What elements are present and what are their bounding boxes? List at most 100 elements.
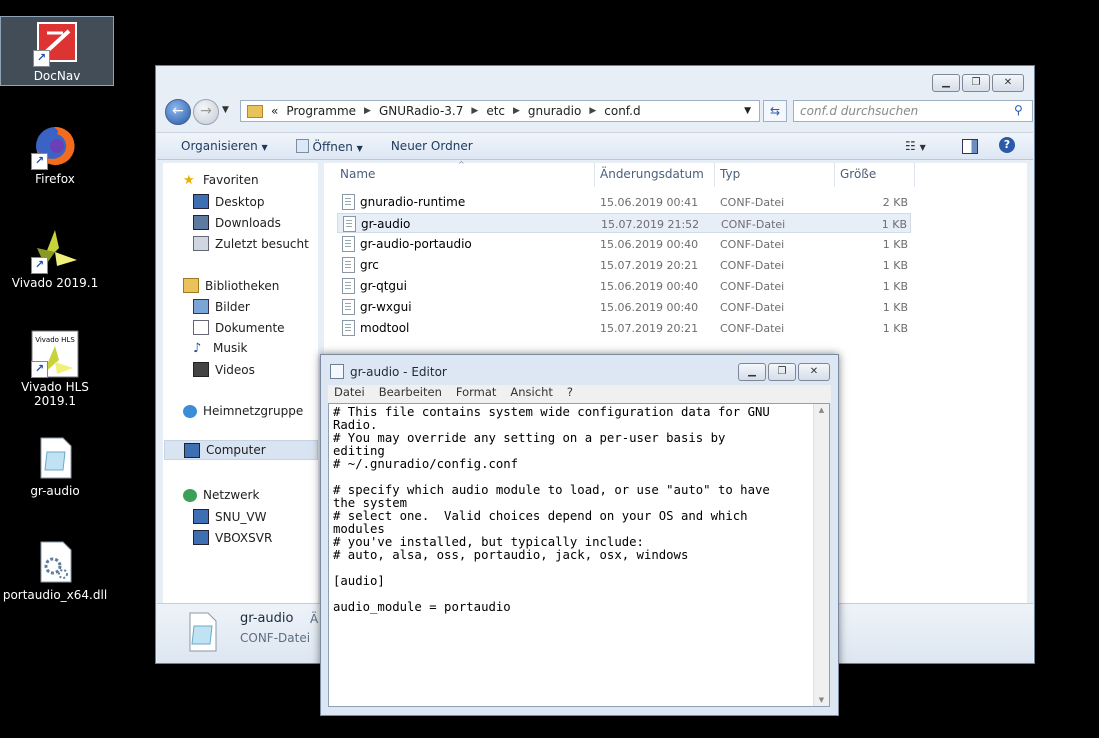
address-box[interactable]: « Programme ▶ GNURadio-3.7 ▶ etc ▶ gnuradio… bbox=[240, 100, 760, 122]
sidebar-item-documents[interactable]: Dokumente bbox=[193, 320, 285, 335]
maximize-button[interactable]: ❐ bbox=[768, 363, 796, 381]
file-name: gr-audio-portaudio bbox=[360, 237, 472, 251]
column-divider[interactable] bbox=[914, 163, 915, 187]
file-date: 15.07.2019 20:21 bbox=[600, 322, 699, 335]
file-date: 15.06.2019 00:40 bbox=[600, 238, 699, 251]
scroll-up-icon[interactable]: ▲ bbox=[814, 406, 829, 414]
file-name: gnuradio-runtime bbox=[360, 195, 466, 209]
editor-window: gr-audio - Editor ▁ ❐ ✕ Datei Bearbeiten… bbox=[320, 354, 839, 716]
sidebar-item-downloads[interactable]: Downloads bbox=[193, 215, 281, 230]
sidebar-item-libraries[interactable]: Bibliotheken bbox=[183, 278, 279, 293]
docnav-icon: ↗ bbox=[33, 19, 81, 67]
desktop-icon-label: Vivado HLS 2019.1 bbox=[21, 380, 89, 408]
sidebar-item-music[interactable]: ♪ Musik bbox=[193, 341, 248, 355]
column-header-type[interactable]: Typ bbox=[720, 167, 740, 181]
desktop-icon-docnav[interactable]: ↗ DocNav bbox=[0, 16, 114, 86]
notepad-icon bbox=[295, 138, 309, 153]
file-icon bbox=[342, 299, 355, 315]
file-row[interactable]: grc 15.07.2019 20:21 CONF-Datei 1 KB bbox=[337, 255, 911, 275]
desktop-icon-portaudio-dll[interactable]: portaudio_x64.dll bbox=[0, 538, 110, 602]
menu-file[interactable]: Datei bbox=[334, 385, 365, 403]
file-row[interactable]: gr-audio-portaudio 15.06.2019 00:40 CONF-D… bbox=[337, 234, 911, 254]
sidebar-item-snu-vw[interactable]: SNU_VW bbox=[193, 509, 266, 524]
file-content[interactable]: # This file contains system wide configu… bbox=[329, 404, 829, 616]
close-button[interactable]: ✕ bbox=[798, 363, 830, 381]
vertical-scrollbar[interactable]: ▲ ▼ bbox=[813, 404, 829, 706]
documents-icon bbox=[193, 320, 209, 335]
maximize-button[interactable]: ❐ bbox=[962, 74, 990, 92]
preview-pane-icon[interactable] bbox=[962, 139, 978, 154]
chevron-right-icon[interactable]: ▶ bbox=[471, 106, 478, 116]
chevron-right-icon[interactable]: ▶ bbox=[364, 106, 371, 116]
desktop-icon-firefox[interactable]: ↗ Firefox bbox=[0, 122, 110, 186]
sidebar-item-recent[interactable]: Zuletzt besucht bbox=[193, 236, 309, 251]
desktop-icon-vivado[interactable]: ↗ Vivado 2019.1 bbox=[0, 226, 110, 290]
sidebar-item-vboxsvr[interactable]: VBOXSVR bbox=[193, 530, 272, 545]
view-options-icon[interactable]: ☷ ▼ bbox=[905, 139, 926, 153]
breadcrumb-programme[interactable]: Programme bbox=[286, 104, 356, 118]
text-editor[interactable]: # This file contains system wide configu… bbox=[328, 403, 830, 707]
recent-places-icon bbox=[193, 236, 209, 251]
desktop-icon-label: DocNav bbox=[33, 69, 81, 83]
close-button[interactable]: ✕ bbox=[992, 74, 1024, 92]
file-icon bbox=[342, 257, 355, 273]
file-row[interactable]: gr-wxgui 15.06.2019 00:40 CONF-Datei 1 KB bbox=[337, 297, 911, 317]
sidebar-item-desktop[interactable]: Desktop bbox=[193, 194, 265, 209]
column-header-size[interactable]: Größe bbox=[840, 167, 876, 181]
menu-bar: Datei Bearbeiten Format Ansicht ? bbox=[328, 385, 831, 403]
column-header-name[interactable]: Name bbox=[340, 167, 375, 181]
column-divider[interactable] bbox=[834, 163, 835, 187]
menu-format[interactable]: Format bbox=[456, 385, 497, 403]
desktop-icon-label: Vivado 2019.1 bbox=[11, 276, 99, 290]
file-icon bbox=[343, 216, 356, 232]
new-folder-button[interactable]: Neuer Ordner bbox=[391, 139, 473, 153]
sidebar-item-pictures[interactable]: Bilder bbox=[193, 299, 250, 314]
file-row-selected[interactable]: gr-audio 15.07.2019 21:52 CONF-Datei 1 KB bbox=[337, 213, 911, 233]
minimize-button[interactable]: ▁ bbox=[738, 363, 766, 381]
libraries-icon bbox=[183, 278, 199, 293]
open-menu[interactable]: Öffnen ▼ bbox=[295, 138, 363, 154]
column-header-date[interactable]: Änderungsdatum bbox=[600, 167, 704, 181]
sidebar-item-homegroup[interactable]: Heimnetzgruppe bbox=[183, 404, 303, 418]
menu-edit[interactable]: Bearbeiten bbox=[379, 385, 442, 403]
pictures-icon bbox=[193, 299, 209, 314]
breadcrumb-confd[interactable]: conf.d bbox=[604, 104, 640, 118]
downloads-icon bbox=[193, 215, 209, 230]
desktop-icon-gr-audio[interactable]: gr-audio bbox=[0, 434, 110, 498]
address-overflow[interactable]: « bbox=[271, 104, 278, 118]
sidebar-item-network[interactable]: Netzwerk bbox=[183, 488, 259, 502]
sidebar-label: Downloads bbox=[215, 215, 281, 230]
chevron-right-icon[interactable]: ▶ bbox=[513, 106, 520, 116]
sidebar-item-computer[interactable]: Computer bbox=[164, 440, 318, 460]
sidebar-label: Desktop bbox=[215, 194, 265, 209]
breadcrumb-etc[interactable]: etc bbox=[486, 104, 505, 118]
refresh-button[interactable]: ⇆ bbox=[763, 100, 787, 122]
minimize-button[interactable]: ▁ bbox=[932, 74, 960, 92]
file-row[interactable]: gr-qtgui 15.06.2019 00:40 CONF-Datei 1 KB bbox=[337, 276, 911, 296]
sidebar-item-videos[interactable]: Videos bbox=[193, 362, 255, 377]
back-button[interactable]: ← bbox=[165, 99, 191, 125]
help-icon[interactable]: ? bbox=[999, 137, 1015, 153]
open-label: Öffnen bbox=[312, 139, 353, 154]
chevron-right-icon[interactable]: ▶ bbox=[589, 106, 596, 116]
file-type: CONF-Datei bbox=[720, 322, 785, 335]
file-row[interactable]: modtool 15.07.2019 20:21 CONF-Datei 1 KB bbox=[337, 318, 911, 338]
file-name: gr-qtgui bbox=[360, 279, 407, 293]
column-divider[interactable] bbox=[594, 163, 595, 187]
chevron-down-icon: ▼ bbox=[356, 143, 363, 153]
search-input[interactable]: conf.d durchsuchen bbox=[793, 100, 1033, 122]
sidebar-item-favorites[interactable]: ★ Favoriten bbox=[183, 173, 259, 187]
menu-help[interactable]: ? bbox=[567, 385, 573, 403]
scroll-down-icon[interactable]: ▼ bbox=[814, 696, 829, 704]
address-dropdown-icon[interactable]: ▼ bbox=[744, 106, 751, 116]
menu-view[interactable]: Ansicht bbox=[510, 385, 552, 403]
organize-menu[interactable]: Organisieren ▼ bbox=[181, 139, 268, 153]
desktop-icon-label: Firefox bbox=[35, 172, 75, 186]
column-divider[interactable] bbox=[714, 163, 715, 187]
forward-button[interactable]: → bbox=[193, 99, 219, 125]
desktop-icon-vivado-hls[interactable]: Vivado HLS ↗ Vivado HLS 2019.1 bbox=[0, 330, 110, 408]
breadcrumb-gnuradio[interactable]: gnuradio bbox=[528, 104, 581, 118]
breadcrumb-gnuradio-37[interactable]: GNURadio-3.7 bbox=[379, 104, 463, 118]
file-row[interactable]: gnuradio-runtime 15.06.2019 00:41 CONF-Dat… bbox=[337, 192, 911, 212]
history-dropdown-icon[interactable]: ▼ bbox=[222, 105, 229, 115]
